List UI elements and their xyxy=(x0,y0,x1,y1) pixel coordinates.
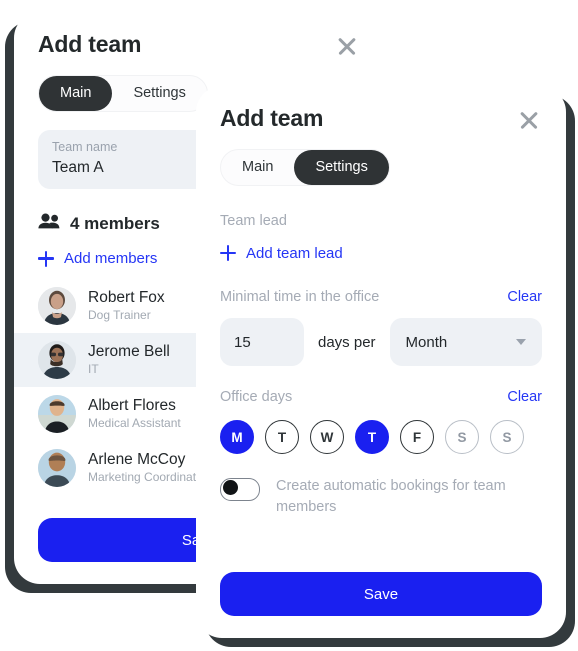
tab-settings[interactable]: Settings xyxy=(294,150,389,185)
day-toggle-sunday[interactable]: S xyxy=(490,420,524,455)
office-days-selector: M T W T F S S xyxy=(220,420,542,455)
add-members-button[interactable]: Add members xyxy=(38,250,157,267)
minimal-time-label: Minimal time in the office xyxy=(220,288,380,305)
days-input[interactable] xyxy=(220,318,304,367)
tab-group: Main Settings xyxy=(38,75,208,112)
chevron-down-icon xyxy=(516,339,526,346)
minimal-time-controls: days per Month xyxy=(220,318,542,367)
tab-settings[interactable]: Settings xyxy=(112,76,206,111)
day-toggle-monday[interactable]: M xyxy=(220,420,254,455)
office-days-header: Office days Clear xyxy=(220,388,542,407)
screen: Add team Main Settings Team name Team A … xyxy=(0,0,578,651)
auto-bookings-toggle[interactable] xyxy=(220,478,260,502)
plus-icon xyxy=(220,245,236,262)
toggle-knob xyxy=(222,480,238,496)
member-role: IT xyxy=(88,362,99,377)
save-button[interactable]: Save xyxy=(220,572,542,616)
day-toggle-tuesday[interactable]: T xyxy=(265,420,299,455)
member-role: Dog Trainer xyxy=(88,308,151,323)
member-role: Marketing Coordinator xyxy=(88,470,207,485)
period-select[interactable]: Month xyxy=(389,318,542,367)
settings-body: Team lead Add team lead Minimal time in … xyxy=(196,186,566,517)
dialog-header: Add team xyxy=(196,86,566,133)
tab-main[interactable]: Main xyxy=(39,76,113,111)
member-name: Jerome Bell xyxy=(88,343,170,361)
member-role: Medical Assistant xyxy=(88,416,181,431)
page-title: Add team xyxy=(220,105,324,131)
member-name: Arlene McCoy xyxy=(88,451,186,469)
close-icon[interactable] xyxy=(516,107,542,133)
day-toggle-thursday[interactable]: T xyxy=(355,420,389,455)
member-name: Albert Flores xyxy=(88,397,176,415)
avatar xyxy=(38,341,76,380)
add-team-lead-label: Add team lead xyxy=(246,244,343,262)
office-days-label: Office days xyxy=(220,389,293,406)
tab-main[interactable]: Main xyxy=(221,150,294,185)
team-lead-label: Team lead xyxy=(220,212,287,229)
people-icon xyxy=(38,213,60,234)
avatar xyxy=(38,287,76,326)
members-count: 4 members xyxy=(70,213,160,233)
dialog-footer: Save xyxy=(196,572,566,616)
plus-icon xyxy=(38,250,54,267)
day-toggle-saturday[interactable]: S xyxy=(445,420,479,455)
day-toggle-friday[interactable]: F xyxy=(400,420,434,455)
days-per-label: days per xyxy=(318,333,376,351)
page-title: Add team xyxy=(38,31,142,57)
avatar xyxy=(38,395,76,434)
clear-office-days-button[interactable]: Clear xyxy=(507,389,542,405)
auto-bookings-row: Create automatic bookings for team membe… xyxy=(220,476,542,517)
minimal-time-header: Minimal time in the office Clear xyxy=(220,288,542,307)
close-icon[interactable] xyxy=(334,33,360,59)
tab-group: Main Settings xyxy=(220,149,390,186)
avatar xyxy=(38,449,76,488)
add-team-dialog-settings: Add team Main Settings Team lead Add tea… xyxy=(196,86,566,638)
auto-bookings-label: Create automatic bookings for team membe… xyxy=(276,478,506,515)
dialog-header: Add team xyxy=(14,12,384,59)
member-name: Robert Fox xyxy=(88,289,165,307)
day-toggle-wednesday[interactable]: W xyxy=(310,420,344,455)
period-select-value: Month xyxy=(405,333,448,351)
clear-minimal-time-button[interactable]: Clear xyxy=(507,289,542,305)
add-team-lead-button[interactable]: Add team lead xyxy=(220,245,343,262)
add-members-label: Add members xyxy=(64,250,158,268)
